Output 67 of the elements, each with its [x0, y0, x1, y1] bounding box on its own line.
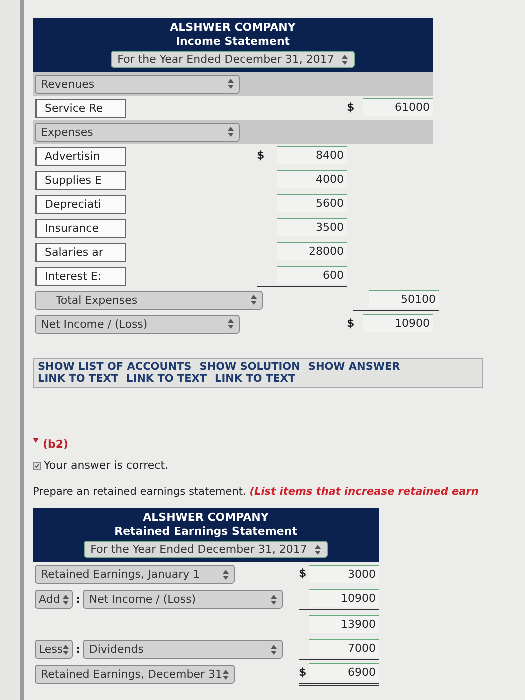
period-dropdown[interactable]: For the Year Ended December 31, 2017 [110, 51, 356, 68]
amount-field[interactable]: 3500 [277, 218, 347, 236]
amount-field[interactable]: 5600 [277, 194, 347, 212]
period-dropdown[interactable]: For the Year Ended December 31, 2017 [84, 541, 328, 558]
total-dropdown[interactable]: Total Expenses [35, 290, 263, 310]
spinner-arrows-icon [228, 79, 234, 89]
currency-sign: $ [299, 567, 307, 580]
section-dropdown[interactable]: Expenses [35, 122, 240, 142]
amount-field[interactable]: 10900 [309, 589, 379, 607]
statement-title: Income Statement [176, 35, 290, 49]
feedback-text: Your answer is correct. [44, 459, 169, 472]
currency-sign: $ [347, 100, 355, 114]
collapse-arrow-icon[interactable] [33, 438, 39, 443]
account-dropdown[interactable]: Dividends [83, 640, 284, 659]
amount-field[interactable]: 10900 [363, 314, 433, 332]
account-dropdown[interactable]: Retained Earnings, January 1 [35, 565, 235, 584]
account-input[interactable]: Supplies E [35, 170, 126, 190]
account-input[interactable]: Insurance [35, 218, 126, 238]
spinner-arrows-icon [315, 544, 322, 554]
currency-sign: $ [299, 666, 307, 678]
operator-dropdown[interactable]: Less [35, 640, 73, 659]
amount-field[interactable]: 8400 [277, 146, 347, 164]
amount-field[interactable]: 28000 [277, 242, 347, 260]
text-link[interactable]: SHOW SOLUTION [200, 361, 300, 373]
amount-field[interactable]: 50100 [369, 290, 439, 308]
spinner-arrows-icon [228, 319, 234, 329]
spinner-arrows-icon [63, 594, 69, 604]
account-input[interactable]: Depreciati [35, 194, 126, 214]
instructions-text: Prepare an retained earnings statement. (List items that increase retained earn [33, 486, 480, 498]
spinner-arrows-icon [223, 570, 229, 580]
spinner-arrows-icon [223, 670, 229, 680]
account-input[interactable]: Salaries ar [35, 242, 126, 262]
separator-colon: : [76, 593, 80, 606]
spinner-arrows-icon [342, 54, 348, 64]
spinner-arrows-icon [271, 594, 278, 604]
account-dropdown[interactable]: Retained Earnings, December 31 [35, 665, 235, 684]
statement-title: Retained Earnings Statement [114, 525, 298, 539]
amount-field[interactable]: 3000 [309, 564, 379, 582]
separator-colon: : [76, 643, 80, 656]
section-dropdown[interactable]: Revenues [35, 74, 240, 94]
amount-field[interactable]: 13900 [309, 614, 379, 632]
text-link[interactable]: LINK TO TEXT [126, 373, 208, 385]
account-dropdown[interactable]: Net Income / (Loss) [35, 314, 240, 334]
spinner-arrows-icon [63, 644, 70, 654]
amount-field[interactable]: 61000 [363, 98, 433, 116]
spinner-arrows-icon [228, 127, 234, 137]
checkbox-icon [33, 462, 41, 470]
company-name: ALSHWER COMPANY [143, 511, 269, 525]
account-input[interactable]: Advertisin [35, 146, 126, 166]
amount-field[interactable]: 600 [277, 266, 347, 284]
amount-field[interactable]: 7000 [309, 639, 379, 657]
spinner-arrows-icon [251, 295, 257, 305]
text-link[interactable]: SHOW ANSWER [308, 361, 400, 373]
text-link[interactable]: LINK TO TEXT [38, 373, 119, 385]
operator-dropdown[interactable]: Add [35, 590, 73, 609]
part-label: (b2) [43, 438, 69, 451]
currency-sign: $ [347, 316, 355, 330]
account-input[interactable]: Interest E: [35, 266, 126, 286]
spinner-arrows-icon [271, 644, 278, 654]
amount-field[interactable]: 4000 [277, 170, 347, 188]
currency-sign: $ [257, 148, 265, 162]
account-dropdown[interactable]: Net Income / (Loss) [83, 590, 284, 609]
text-link[interactable]: SHOW LIST OF ACCOUNTS [38, 361, 192, 373]
amount-field[interactable]: 6900 [309, 663, 379, 681]
text-link[interactable]: LINK TO TEXT [215, 373, 296, 385]
account-input[interactable]: Service Re [35, 98, 126, 118]
company-name: ALSHWER COMPANY [170, 21, 296, 35]
